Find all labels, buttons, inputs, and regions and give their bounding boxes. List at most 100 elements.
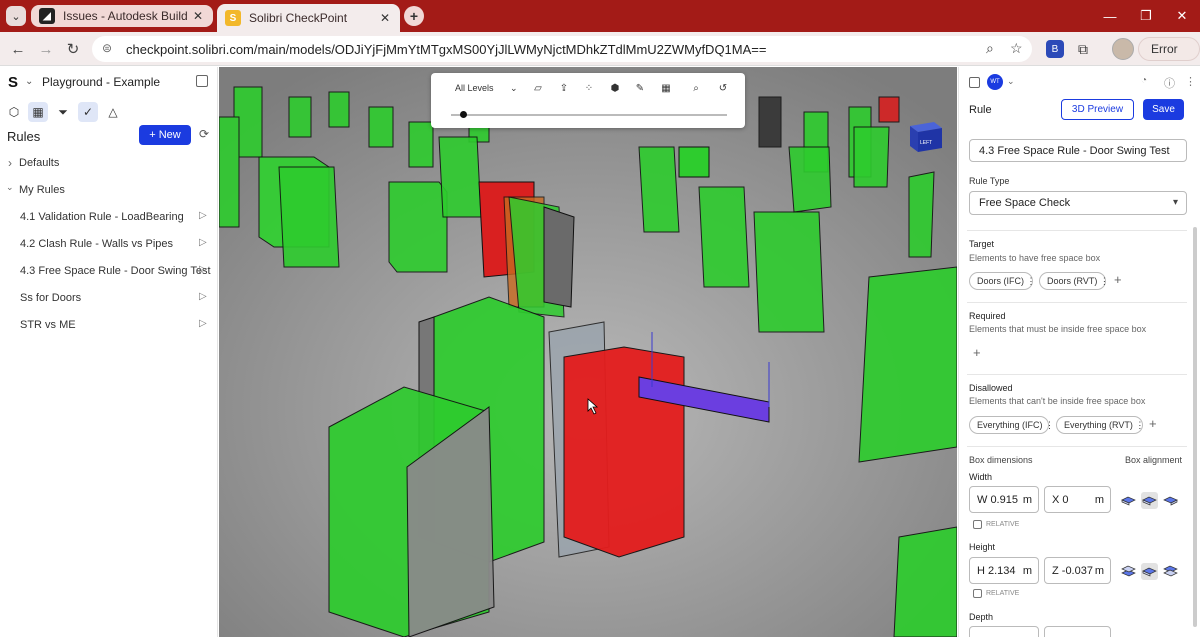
measure-icon[interactable]: ✎ xyxy=(633,81,647,95)
height-unit: m xyxy=(1022,565,1032,577)
chevron-down-icon[interactable]: ⌄ xyxy=(1007,76,1015,87)
align-top-icon[interactable] xyxy=(1162,563,1179,580)
close-icon[interactable]: ✕ xyxy=(193,9,203,23)
browser-toolbar: ← → ↻ ⊜ checkpoint.solibri.com/main/mode… xyxy=(0,32,1200,66)
align-bottom-icon[interactable] xyxy=(1120,563,1137,580)
close-icon[interactable]: ✕ xyxy=(380,11,390,25)
rule-item[interactable]: STR vs ME xyxy=(20,319,76,331)
3d-preview-button[interactable]: 3D Preview xyxy=(1061,99,1134,120)
disallowed-chip-everything-ifc[interactable]: Everything (IFC) ⋮ xyxy=(969,416,1054,434)
chevron-down-icon[interactable]: ⌄ xyxy=(510,83,518,94)
add-required-icon[interactable]: + xyxy=(973,345,981,360)
play-icon[interactable]: ▷ xyxy=(199,291,207,302)
tree-item-defaults[interactable]: Defaults xyxy=(19,157,59,169)
tab-solibri-checkpoint[interactable]: S Solibri CheckPoint ✕ xyxy=(217,4,400,32)
panel-toggle-icon[interactable] xyxy=(969,77,980,88)
profile-avatar[interactable] xyxy=(1112,38,1134,60)
collapse-panel-icon[interactable] xyxy=(196,75,208,87)
chevron-down-icon[interactable]: ⌄ xyxy=(6,182,14,193)
level-slider-track[interactable] xyxy=(451,114,727,116)
reset-icon[interactable]: ↺ xyxy=(716,81,730,95)
info-icon[interactable]: ⓘ xyxy=(1164,75,1175,91)
bell-icon[interactable]: ◔ xyxy=(1141,75,1147,86)
align-center-icon[interactable] xyxy=(1141,492,1158,509)
play-icon[interactable]: ▷ xyxy=(199,318,207,329)
depth-input[interactable] xyxy=(969,626,1039,637)
extension-icon[interactable]: B xyxy=(1046,40,1064,58)
depth-label: Depth xyxy=(969,612,994,622)
rule-item[interactable]: 4.1 Validation Rule - LoadBearing xyxy=(20,211,184,223)
layout-icon[interactable]: ▦ xyxy=(28,102,48,122)
tree-item-my-rules[interactable]: My Rules xyxy=(19,184,65,196)
play-icon[interactable]: ▷ xyxy=(199,237,207,248)
target-chip-doors-ifc[interactable]: Doors (IFC) ⋮ xyxy=(969,272,1036,290)
restore-button[interactable]: ❐ xyxy=(1128,0,1164,32)
align-middle-icon[interactable] xyxy=(1141,563,1158,580)
zoom-icon[interactable]: ⌕ xyxy=(689,81,703,95)
panel-scrollbar[interactable] xyxy=(1193,227,1197,627)
save-button[interactable]: Save xyxy=(1143,99,1184,120)
width-relative-checkbox[interactable] xyxy=(973,520,982,529)
tab-search-button[interactable]: ⌄ xyxy=(6,6,26,26)
forward-button[interactable]: → xyxy=(36,39,56,59)
puzzle-icon[interactable]: ⧉ xyxy=(1074,40,1092,58)
rule-item[interactable]: 4.3 Free Space Rule - Door Swing Test xyxy=(20,265,211,277)
tab-autodesk-build[interactable]: ◢ Issues - Autodesk Build ✕ xyxy=(31,5,213,27)
zoom-icon[interactable]: ⌕ xyxy=(986,40,994,57)
error-button[interactable]: Error xyxy=(1138,37,1200,61)
levels-dropdown[interactable]: All Levels xyxy=(455,83,494,93)
section-icon[interactable]: ▦ xyxy=(659,81,673,95)
z-offset-unit: m xyxy=(1094,565,1104,577)
height-input[interactable]: H 2.134 m xyxy=(969,557,1039,584)
more-vertical-icon[interactable]: ⋮ xyxy=(1185,75,1196,88)
rule-item[interactable]: Ss for Doors xyxy=(20,292,81,304)
chevron-right-icon[interactable]: › xyxy=(8,156,12,170)
play-icon[interactable]: ▷ xyxy=(199,264,207,275)
viewport-toolbar: All Levels ⌄ ▱ ⇪ ⁘ ⬢ ✎ ▦ ⌕ ↺ xyxy=(431,73,745,128)
project-name[interactable]: Playground - Example xyxy=(42,75,160,89)
y-offset-input[interactable] xyxy=(1044,626,1111,637)
width-input[interactable]: W 0.915 m xyxy=(969,486,1039,513)
user-avatar[interactable]: WT xyxy=(987,74,1003,90)
align-right-icon[interactable] xyxy=(1162,492,1179,509)
align-left-icon[interactable] xyxy=(1120,492,1137,509)
minimize-button[interactable]: — xyxy=(1092,0,1128,32)
play-icon[interactable]: ▷ xyxy=(199,210,207,221)
disallowed-description: Elements that can't be inside free space… xyxy=(969,396,1146,406)
filter-icon[interactable]: ⏷ xyxy=(53,102,73,122)
chevron-down-icon[interactable]: ⌄ xyxy=(25,76,33,87)
new-tab-button[interactable]: + xyxy=(404,6,424,26)
refresh-icon[interactable]: ⟳ xyxy=(199,127,209,141)
3d-model-scene[interactable] xyxy=(219,67,957,637)
height-relative-checkbox[interactable] xyxy=(973,589,982,598)
close-window-button[interactable]: ✕ xyxy=(1164,0,1200,32)
target-chip-doors-rvt[interactable]: Doors (RVT) ⋮ xyxy=(1039,272,1109,290)
box-icon[interactable]: ⬢ xyxy=(608,81,622,95)
rule-type-select[interactable]: Free Space Check ▾ xyxy=(969,191,1187,215)
warning-triangle-icon[interactable]: △ xyxy=(103,102,123,122)
upload-icon[interactable]: ⇪ xyxy=(557,81,571,95)
address-bar[interactable]: ⊜ checkpoint.solibri.com/main/models/ODJ… xyxy=(92,36,1032,62)
cube-icon[interactable]: ⬡ xyxy=(4,102,24,122)
reload-button[interactable]: ↻ xyxy=(63,39,83,59)
new-rule-button[interactable]: + New xyxy=(139,125,191,145)
disallowed-chip-everything-rvt[interactable]: Everything (RVT) ⋮ xyxy=(1056,416,1144,434)
back-button[interactable]: ← xyxy=(8,39,28,59)
level-slider-handle[interactable] xyxy=(460,111,467,118)
add-disallowed-icon[interactable]: + xyxy=(1149,416,1157,431)
rule-item[interactable]: 4.2 Clash Rule - Walls vs Pipes xyxy=(20,238,173,250)
check-circle-icon[interactable]: ✓ xyxy=(78,102,98,122)
add-target-icon[interactable]: + xyxy=(1114,272,1122,287)
required-title: Required xyxy=(969,311,1006,321)
select-icon[interactable]: ⁘ xyxy=(582,81,596,95)
map-icon[interactable]: ▱ xyxy=(531,81,545,95)
bookmark-star-icon[interactable]: ☆ xyxy=(1010,40,1023,57)
navcube-label: LEFT xyxy=(920,140,932,146)
x-offset-input[interactable]: X 0 m xyxy=(1044,486,1111,513)
rules-heading: Rules xyxy=(7,129,41,144)
rule-name-input[interactable]: 4.3 Free Space Rule - Door Swing Test xyxy=(969,139,1187,162)
navigation-cube[interactable]: LEFT xyxy=(906,118,946,154)
site-info-icon[interactable]: ⊜ xyxy=(102,41,118,57)
z-offset-input[interactable]: Z -0.037 m xyxy=(1044,557,1111,584)
model-viewport[interactable] xyxy=(219,67,957,637)
